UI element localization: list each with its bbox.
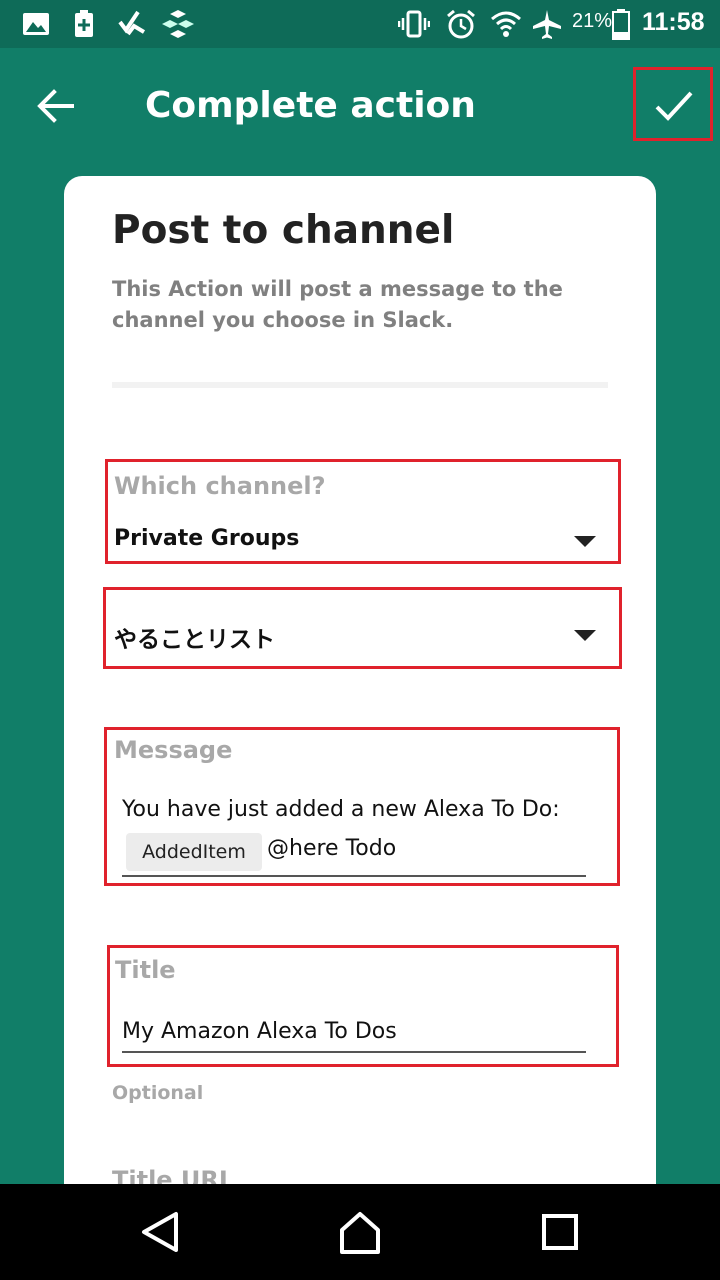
title-field-box: Title My Amazon Alexa To Dos — [107, 945, 619, 1067]
cubes-icon — [162, 10, 194, 38]
chevron-down-icon — [574, 630, 596, 641]
card-description: This Action will post a message to the c… — [112, 277, 563, 332]
health-icon — [75, 10, 93, 37]
chevron-down-icon — [574, 536, 596, 547]
message-underline — [122, 875, 586, 877]
message-field-box: Message You have just added a new Alexa … — [104, 727, 620, 886]
card-title: Post to channel — [112, 208, 455, 253]
airplane-icon — [533, 10, 561, 39]
vibrate-icon — [398, 10, 430, 38]
group-select[interactable]: やることリスト — [103, 587, 622, 669]
tasks-icon — [118, 10, 146, 36]
clock: 11:58 — [642, 8, 705, 36]
back-arrow-icon — [37, 89, 74, 123]
confirm-button[interactable] — [633, 67, 713, 141]
message-label: Message — [114, 736, 233, 764]
title-value: My Amazon Alexa To Dos — [122, 1019, 397, 1044]
gallery-icon — [23, 13, 49, 35]
battery-icon — [612, 9, 630, 40]
navigation-bar — [0, 1184, 720, 1280]
alarm-icon — [447, 9, 475, 39]
title-underline — [122, 1051, 586, 1053]
group-value: やることリスト — [114, 627, 275, 653]
nav-back-icon[interactable] — [136, 1208, 184, 1256]
page-title: Complete action — [145, 85, 476, 126]
divider — [112, 382, 608, 388]
channel-label: Which channel? — [114, 472, 326, 500]
checkmark-icon — [655, 91, 693, 121]
title-label: Title — [115, 956, 176, 984]
nav-recents-icon[interactable] — [536, 1208, 584, 1256]
ingredient-chip[interactable]: AddedItem — [126, 833, 262, 871]
title-helper-text: Optional — [112, 1082, 204, 1104]
status-bar: 21% 11:58 — [0, 0, 720, 48]
battery-percent: 21% — [572, 10, 613, 32]
message-line-1: You have just added a new Alexa To Do: — [122, 797, 560, 822]
message-line-2: @here Todo — [267, 836, 397, 861]
action-card: Post to channel This Action will post a … — [64, 176, 656, 1216]
channel-select[interactable]: Which channel? Private Groups — [105, 459, 621, 564]
wifi-icon — [491, 11, 521, 37]
nav-home-icon[interactable] — [336, 1208, 384, 1256]
back-button[interactable] — [28, 78, 84, 134]
channel-value: Private Groups — [114, 526, 300, 551]
